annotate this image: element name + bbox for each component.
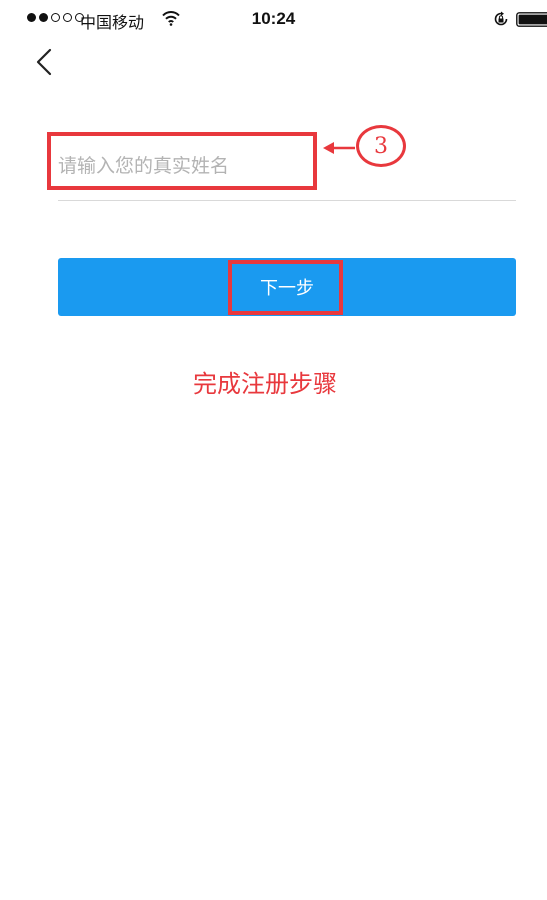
status-bar: 中国移动 10:24 bbox=[0, 0, 547, 40]
battery-icon bbox=[516, 12, 547, 27]
lock-rotation-icon bbox=[494, 11, 508, 26]
back-button[interactable] bbox=[24, 42, 64, 82]
status-time: 10:24 bbox=[251, 9, 296, 28]
annotation-highlight-input bbox=[47, 132, 317, 190]
annotation-arrow-icon bbox=[323, 142, 355, 154]
chevron-left-icon bbox=[36, 48, 52, 76]
annotation-highlight-button bbox=[228, 260, 343, 315]
annotation-caption: 完成注册步骤 bbox=[193, 370, 337, 398]
annotation-step-number: 3 bbox=[356, 125, 406, 167]
